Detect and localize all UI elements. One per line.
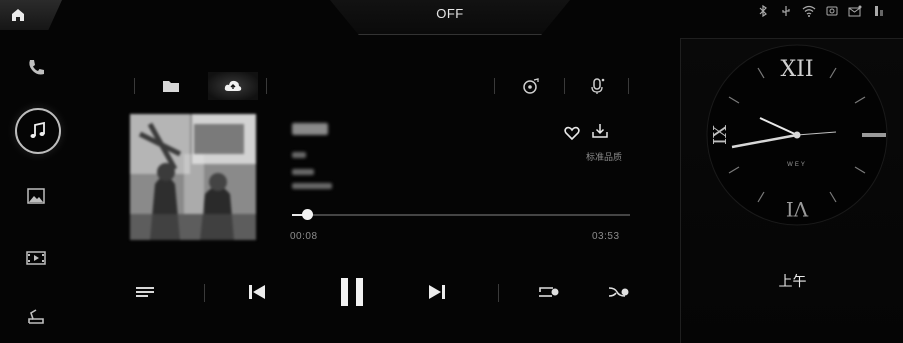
tab-audio-effects[interactable]: [506, 72, 556, 100]
hour-mark-ix: IX: [710, 125, 731, 145]
divider: [498, 284, 499, 302]
clock-widget[interactable]: XII VI IX WEY 上午: [680, 38, 903, 343]
tab-local-files[interactable]: [146, 72, 196, 100]
album-art: [130, 114, 256, 240]
progress-track[interactable]: [292, 214, 630, 216]
voice-icon: [591, 78, 605, 94]
divider: [564, 78, 565, 94]
clock-center: [793, 131, 801, 139]
nav-photos[interactable]: [14, 174, 58, 218]
message-icon: [848, 5, 862, 17]
artist-blurred: [292, 152, 306, 158]
cloud-upload-icon: [224, 80, 242, 91]
time-elapsed: 00:08: [290, 231, 318, 242]
divider: [204, 284, 205, 302]
tab-cloud[interactable]: [208, 72, 258, 100]
clock-brand: WEY: [787, 162, 807, 168]
status-off-label[interactable]: OFF: [380, 0, 520, 26]
album-art-image: [130, 114, 256, 240]
divider: [134, 78, 135, 94]
favorite-heart-icon[interactable]: [563, 124, 581, 142]
analog-clock: XII VI IX WEY: [706, 44, 888, 226]
nav-phone[interactable]: [14, 46, 58, 90]
repeat-single-icon: [539, 287, 559, 297]
nav-video[interactable]: [14, 236, 58, 280]
pause-icon: [341, 278, 363, 306]
hour-mark-vi: VI: [786, 197, 809, 221]
next-button[interactable]: [422, 274, 452, 310]
sd-card-icon: [826, 6, 838, 16]
playlist-button[interactable]: [130, 274, 160, 310]
hour-mark-iii: [862, 133, 886, 137]
shuffle-button[interactable]: [604, 274, 634, 310]
battery-icon: [875, 6, 883, 16]
download-icon[interactable]: [591, 122, 609, 140]
divider: [494, 78, 495, 94]
divider: [628, 78, 629, 94]
shuffle-icon: [608, 287, 629, 297]
nav-music[interactable]: [15, 108, 61, 154]
image-icon: [27, 188, 45, 204]
period-label: 上午: [778, 274, 807, 290]
music-note-icon: [30, 121, 45, 138]
pause-button[interactable]: [332, 274, 372, 310]
repeat-button[interactable]: [534, 274, 564, 310]
home-icon[interactable]: [10, 7, 26, 23]
playlist-icon: [136, 287, 154, 297]
bluetooth-icon: [759, 4, 767, 18]
music-disc-icon: [523, 78, 539, 94]
top-status-bar: OFF: [0, 0, 903, 38]
hour-mark-xii: XII: [780, 57, 813, 82]
music-player-panel: 标准品质 00:08 03:53: [84, 38, 672, 342]
divider: [266, 78, 267, 94]
quality-label[interactable]: 标准品质: [586, 150, 622, 163]
video-icon: [26, 251, 46, 265]
album-blurred: [292, 169, 314, 175]
time-total: 03:53: [592, 231, 620, 242]
folder-icon: [163, 81, 179, 92]
tab-voice[interactable]: [572, 72, 622, 100]
progress-knob[interactable]: [302, 209, 313, 220]
car-seat-icon: [28, 309, 44, 324]
previous-button[interactable]: [242, 274, 272, 310]
status-icons: [756, 4, 885, 18]
song-title-blurred: [292, 123, 328, 135]
wifi-icon: [802, 5, 816, 17]
usb-icon: [782, 6, 790, 16]
left-navigation: [0, 38, 78, 342]
phone-icon: [29, 60, 44, 75]
nav-car-settings[interactable]: [14, 294, 58, 338]
skip-previous-icon: [249, 285, 265, 299]
info-blurred: [292, 183, 332, 189]
skip-next-icon: [429, 285, 445, 299]
